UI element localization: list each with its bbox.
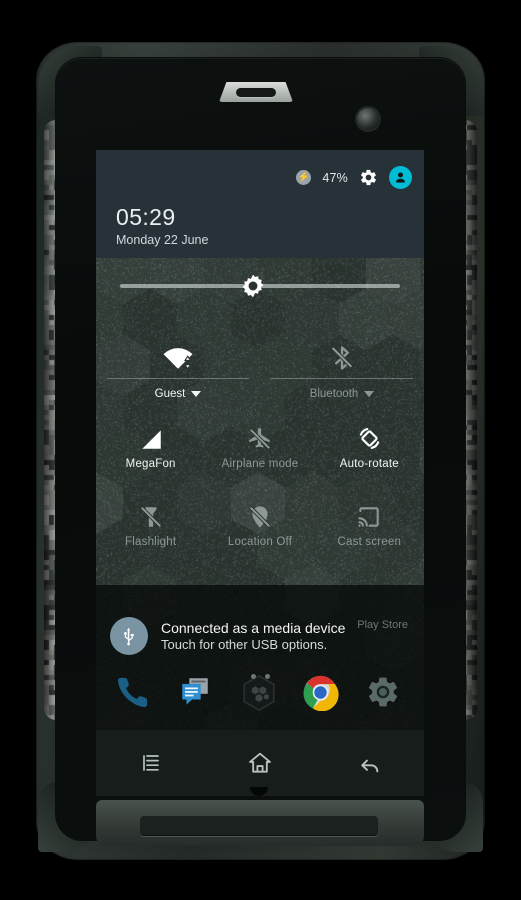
phone-icon[interactable]: [115, 674, 155, 714]
wifi-icon: [161, 340, 195, 376]
tile-flashlight[interactable]: Flashlight: [96, 496, 205, 548]
flashlight-off-icon: [138, 496, 164, 530]
app-drawer-hexagon-icon[interactable]: [240, 674, 280, 714]
tile-bluetooth[interactable]: Bluetooth: [260, 340, 424, 410]
bluetooth-label: Bluetooth: [310, 388, 359, 400]
page-dot[interactable]: [265, 674, 270, 679]
battery-charging-icon: ⚡: [296, 170, 311, 185]
tile-airplane-mode[interactable]: Airplane mode: [205, 418, 314, 470]
page-dot[interactable]: [251, 674, 256, 679]
clock-date: Monday 22 June: [116, 233, 208, 247]
tile-cast-label: Cast screen: [338, 536, 402, 548]
proximity-sensor: [318, 110, 350, 127]
chevron-down-icon[interactable]: [364, 391, 374, 397]
tile-airplane-label: Airplane mode: [222, 458, 299, 470]
wifi-label: Guest: [155, 388, 186, 400]
tile-cast-screen[interactable]: Cast screen: [315, 496, 424, 548]
notification-subtitle: Touch for other USB options.: [161, 637, 345, 652]
earpiece-speaker: [236, 88, 276, 97]
tile-row-2: Flashlight Location Off Cast screen: [96, 496, 424, 548]
signal-bars-icon: [138, 418, 164, 452]
brightness-slider[interactable]: [96, 258, 424, 314]
location-off-icon: [247, 496, 273, 530]
recents-menu-icon[interactable]: [131, 743, 171, 783]
phone-screen: ⚡ 47% 05:29 Monday 22 June Guest Bluetoo…: [96, 150, 424, 730]
notification-title: Connected as a media device: [161, 620, 345, 636]
quick-settings-header: ⚡ 47% 05:29 Monday 22 June: [96, 150, 424, 258]
clock-time: 05:29: [116, 204, 176, 231]
home-page-indicator: [96, 674, 424, 679]
gear-icon[interactable]: [359, 168, 378, 187]
bluetooth-off-icon: [328, 340, 356, 376]
bluetooth-footer[interactable]: Bluetooth: [310, 388, 375, 400]
front-camera: [357, 108, 379, 130]
tile-cellular[interactable]: MegaFon: [96, 418, 205, 470]
home-house-icon[interactable]: [240, 743, 280, 783]
user-avatar-icon[interactable]: [389, 166, 412, 189]
usb-icon: [110, 617, 148, 655]
auto-rotate-icon: [356, 418, 383, 452]
airplane-off-icon: [247, 418, 273, 452]
tile-cellular-label: MegaFon: [126, 458, 176, 470]
chevron-down-icon[interactable]: [191, 391, 201, 397]
cast-screen-icon: [356, 496, 382, 530]
bottom-speaker-slot: [140, 816, 378, 836]
tile-wifi[interactable]: Guest: [96, 340, 260, 410]
wifi-footer[interactable]: Guest: [155, 388, 202, 400]
messages-icon[interactable]: [178, 674, 218, 714]
chrome-browser-icon[interactable]: [302, 674, 342, 714]
usb-notification[interactable]: Connected as a media device Touch for ot…: [96, 605, 424, 667]
tile-auto-rotate[interactable]: Auto-rotate: [315, 418, 424, 470]
brightness-sun-icon[interactable]: [240, 273, 266, 299]
tile-divider: [107, 378, 248, 379]
screenshot-root: ⚡ 47% 05:29 Monday 22 June Guest Bluetoo…: [0, 0, 521, 900]
tile-row-1: MegaFon Airplane mode Auto-rotate: [96, 418, 424, 470]
tile-auto-rotate-label: Auto-rotate: [340, 458, 399, 470]
tile-location-label: Location Off: [228, 536, 292, 548]
status-bar: ⚡ 47%: [296, 166, 412, 189]
tile-divider: [271, 378, 412, 379]
battery-percent-label: 47%: [322, 171, 348, 185]
settings-gear-icon[interactable]: [365, 674, 405, 714]
tile-flashlight-label: Flashlight: [125, 536, 176, 548]
tile-location[interactable]: Location Off: [205, 496, 314, 548]
back-arrow-icon[interactable]: [349, 743, 389, 783]
home-dock: [96, 657, 424, 730]
dual-tile-row: Guest Bluetooth: [96, 340, 424, 410]
